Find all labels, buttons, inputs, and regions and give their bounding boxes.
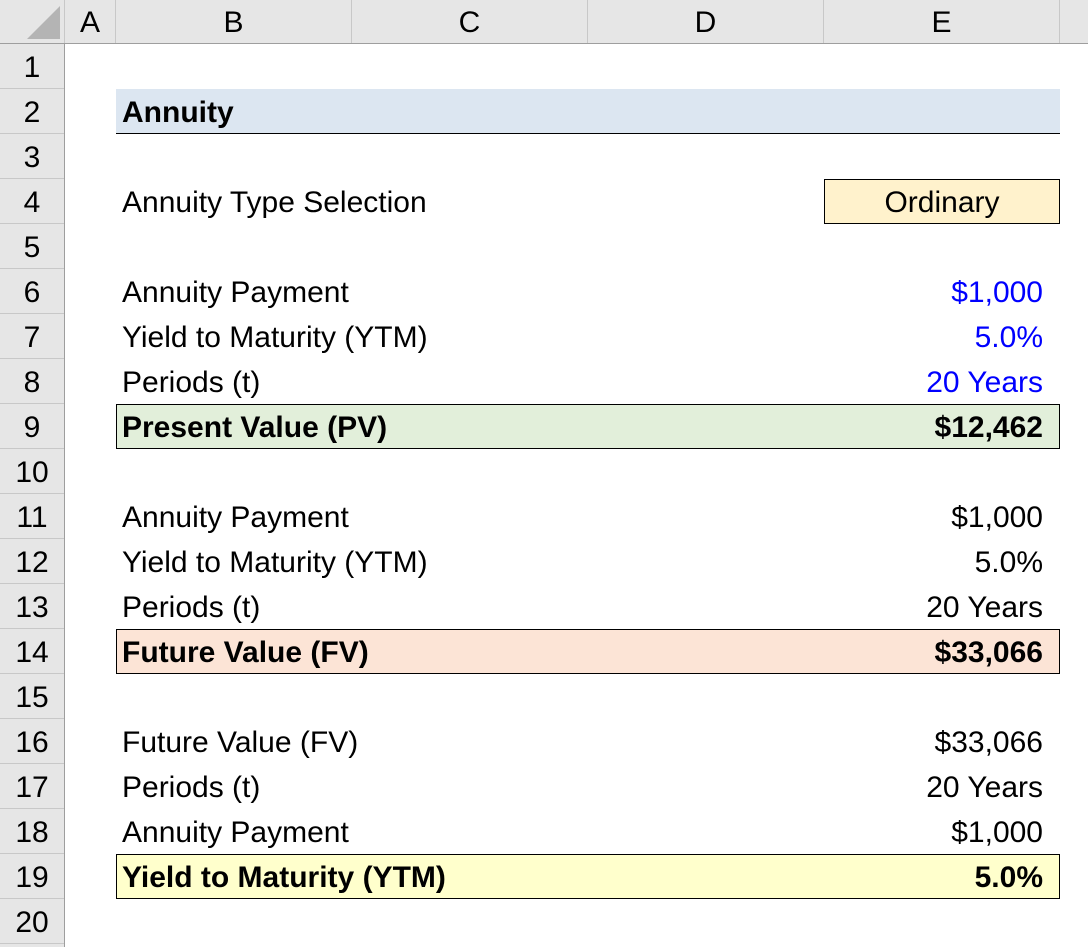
pv-input-row[interactable]: Yield to Maturity (YTM) 5.0% xyxy=(65,314,1088,359)
fv-result-value[interactable]: $33,066 xyxy=(935,629,1043,674)
row-header[interactable]: 6 xyxy=(0,269,64,314)
row-header[interactable]: 8 xyxy=(0,359,64,404)
annuity-type-row: Annuity Type Selection Ordinary xyxy=(65,179,1088,224)
row-header[interactable]: 13 xyxy=(0,584,64,629)
pv-ytm-value[interactable]: 5.0% xyxy=(975,314,1043,359)
column-header-b[interactable]: B xyxy=(116,0,352,43)
row-header[interactable]: 14 xyxy=(0,629,64,674)
ytm-input-row[interactable]: Annuity Payment $1,000 xyxy=(65,809,1088,854)
fv-result-row[interactable]: Future Value (FV) $33,066 xyxy=(65,629,1088,674)
row-header[interactable]: 3 xyxy=(0,134,64,179)
row-header[interactable]: 7 xyxy=(0,314,64,359)
row-header[interactable]: 5 xyxy=(0,224,64,269)
pv-payment-value[interactable]: $1,000 xyxy=(951,269,1043,314)
row-header-bar: 1 2 3 4 5 6 7 8 9 10 11 12 13 14 15 16 1… xyxy=(0,44,65,947)
ytm-fv-label: Future Value (FV) xyxy=(122,726,359,759)
fv-periods-label: Periods (t) xyxy=(122,591,261,624)
fv-ytm-value[interactable]: 5.0% xyxy=(975,539,1043,584)
column-header-e[interactable]: E xyxy=(824,0,1060,43)
pv-payment-label: Annuity Payment xyxy=(122,276,349,309)
pv-ytm-label: Yield to Maturity (YTM) xyxy=(122,321,428,354)
row-header[interactable]: 19 xyxy=(0,854,64,899)
ytm-result-label: Yield to Maturity (YTM) xyxy=(122,861,446,894)
annuity-type-label: Annuity Type Selection xyxy=(122,186,427,219)
row-header[interactable]: 15 xyxy=(0,674,64,719)
fv-input-row[interactable]: Annuity Payment $1,000 xyxy=(65,494,1088,539)
pv-result-row[interactable]: Present Value (PV) $12,462 xyxy=(65,404,1088,449)
section-title: Annuity xyxy=(122,96,234,129)
pv-periods-value[interactable]: 20 Years xyxy=(926,359,1043,404)
pv-periods-label: Periods (t) xyxy=(122,366,261,399)
ytm-periods-value[interactable]: 20 Years xyxy=(926,764,1043,809)
row-header[interactable]: 12 xyxy=(0,539,64,584)
row-header[interactable]: 10 xyxy=(0,449,64,494)
row-header[interactable]: 1 xyxy=(0,44,64,89)
column-header-bar: A B C D E xyxy=(0,0,1088,44)
row-header[interactable]: 9 xyxy=(0,404,64,449)
row-header[interactable]: 18 xyxy=(0,809,64,854)
row-header[interactable]: 16 xyxy=(0,719,64,764)
ytm-fv-value[interactable]: $33,066 xyxy=(935,719,1043,764)
ytm-periods-label: Periods (t) xyxy=(122,771,261,804)
fv-periods-value[interactable]: 20 Years xyxy=(926,584,1043,629)
ytm-input-row[interactable]: Future Value (FV) $33,066 xyxy=(65,719,1088,764)
fv-result-label: Future Value (FV) xyxy=(122,636,369,669)
title-row: Annuity xyxy=(65,89,1088,134)
row-header[interactable]: 2 xyxy=(0,89,64,134)
worksheet-grid[interactable]: Annuity Annuity Type Selection Ordinary … xyxy=(65,44,1088,947)
row-header[interactable]: 4 xyxy=(0,179,64,224)
annuity-type-dropdown[interactable]: Ordinary xyxy=(824,179,1060,224)
column-header-a[interactable]: A xyxy=(65,0,116,43)
column-header-d[interactable]: D xyxy=(588,0,824,43)
ytm-payment-value[interactable]: $1,000 xyxy=(951,809,1043,854)
fv-payment-value[interactable]: $1,000 xyxy=(951,494,1043,539)
ytm-result-value[interactable]: 5.0% xyxy=(975,854,1043,899)
row-header[interactable]: 17 xyxy=(0,764,64,809)
pv-result-label: Present Value (PV) xyxy=(122,411,388,444)
row-header[interactable]: 11 xyxy=(0,494,64,539)
select-all-button[interactable] xyxy=(0,0,65,43)
column-header-c[interactable]: C xyxy=(352,0,588,43)
pv-result-value[interactable]: $12,462 xyxy=(935,404,1043,449)
ytm-payment-label: Annuity Payment xyxy=(122,816,349,849)
fv-input-row[interactable]: Yield to Maturity (YTM) 5.0% xyxy=(65,539,1088,584)
pv-input-row[interactable]: Periods (t) 20 Years xyxy=(65,359,1088,404)
ytm-result-row[interactable]: Yield to Maturity (YTM) 5.0% xyxy=(65,854,1088,899)
ytm-input-row[interactable]: Periods (t) 20 Years xyxy=(65,764,1088,809)
title-band[interactable] xyxy=(116,89,1060,134)
select-all-triangle-icon xyxy=(27,6,60,39)
row-header[interactable]: 20 xyxy=(0,899,64,944)
fv-payment-label: Annuity Payment xyxy=(122,501,349,534)
fv-input-row[interactable]: Periods (t) 20 Years xyxy=(65,584,1088,629)
pv-input-row[interactable]: Annuity Payment $1,000 xyxy=(65,269,1088,314)
fv-ytm-label: Yield to Maturity (YTM) xyxy=(122,546,428,579)
